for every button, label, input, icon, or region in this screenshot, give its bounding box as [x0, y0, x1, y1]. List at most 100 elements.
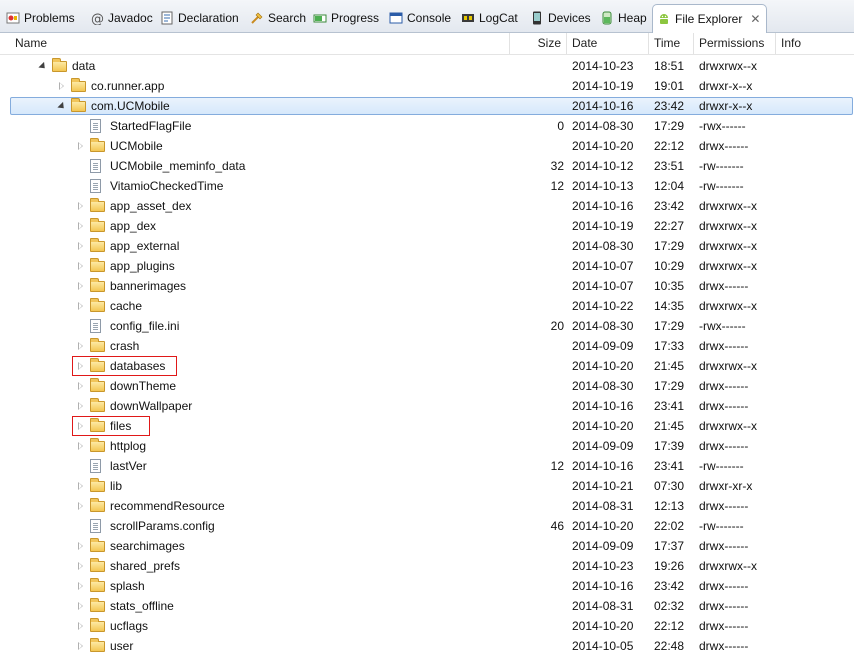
expand-arrow-icon[interactable]: [76, 136, 86, 156]
expand-arrow-icon[interactable]: [76, 336, 86, 356]
tab-problems[interactable]: Problems: [6, 7, 75, 29]
cell-date: 2014-08-30: [572, 119, 634, 133]
collapse-arrow-icon[interactable]: [57, 96, 67, 116]
progress-icon: [313, 11, 327, 25]
expand-arrow-icon[interactable]: [76, 536, 86, 556]
expand-arrow-icon[interactable]: [76, 436, 86, 456]
expand-arrow-icon[interactable]: [76, 556, 86, 576]
table-row[interactable]: databases 2014-10-20 21:45 drwxrwx--x: [0, 356, 854, 376]
expand-arrow-icon[interactable]: [76, 296, 86, 316]
tab-javadoc[interactable]: @ Javadoc: [90, 7, 153, 29]
cell-permissions: drwxr-x--x: [699, 79, 753, 93]
table-row[interactable]: scrollParams.config 46 2014-10-20 22:02 -rw-…: [0, 516, 854, 536]
expand-arrow-icon[interactable]: [76, 216, 86, 236]
cell-date: 2014-10-19: [572, 219, 634, 233]
table-row[interactable]: StartedFlagFile 0 2014-08-30 17:29 -rwx-----…: [0, 116, 854, 136]
table-row[interactable]: config_file.ini 20 2014-08-30 17:29 -rwx----…: [0, 316, 854, 336]
cell-date: 2014-10-20: [572, 359, 634, 373]
expand-arrow-icon[interactable]: [76, 236, 86, 256]
cell-permissions: drwx------: [699, 579, 749, 593]
cell-permissions: -rwx------: [699, 319, 746, 333]
column-size[interactable]: Size: [510, 33, 567, 54]
column-date[interactable]: Date: [567, 33, 649, 54]
column-name[interactable]: Name: [10, 33, 510, 54]
tab-label: Declaration: [178, 11, 239, 25]
expand-arrow-icon[interactable]: [76, 276, 86, 296]
table-row[interactable]: downTheme 2014-08-30 17:29 drwx------: [0, 376, 854, 396]
expand-arrow-icon[interactable]: [76, 256, 86, 276]
tab-console[interactable]: Console: [389, 7, 451, 29]
cell-time: 23:41: [654, 399, 685, 413]
table-row[interactable]: ucflags 2014-10-20 22:12 drwx------: [0, 616, 854, 636]
expand-arrow-icon[interactable]: [76, 596, 86, 616]
cell-permissions: -rwx------: [699, 119, 746, 133]
table-row[interactable]: splash 2014-10-16 23:42 drwx------: [0, 576, 854, 596]
tab-file-explorer[interactable]: File Explorer ✕: [652, 4, 768, 33]
expand-arrow-icon[interactable]: [76, 376, 86, 396]
table-row[interactable]: app_asset_dex 2014-10-16 23:42 drwxrwx--x: [0, 196, 854, 216]
svg-text:@: @: [91, 12, 104, 25]
file-name: downTheme: [110, 379, 177, 393]
table-row[interactable]: httplog 2014-09-09 17:39 drwx------: [0, 436, 854, 456]
cell-size: 0: [557, 119, 564, 133]
file-tree: data 2014-10-23 18:51 drwxrwx--x co.runner.a…: [0, 56, 854, 656]
heap-icon: [600, 11, 614, 25]
cell-permissions: drwx------: [699, 339, 749, 353]
file-icon: [90, 459, 101, 473]
file-name: cache: [110, 299, 143, 313]
expand-arrow-icon[interactable]: [76, 616, 86, 636]
table-row[interactable]: searchimages 2014-09-09 17:37 drwx------: [0, 536, 854, 556]
tab-declaration[interactable]: Declaration: [160, 7, 239, 29]
expand-arrow-icon[interactable]: [76, 476, 86, 496]
file-name: co.runner.app: [91, 79, 165, 93]
table-row[interactable]: com.UCMobile 2014-10-16 23:42 drwxr-x--x: [0, 96, 854, 116]
tab-progress[interactable]: Progress: [313, 7, 379, 29]
table-row[interactable]: cache 2014-10-22 14:35 drwxrwx--x: [0, 296, 854, 316]
file-name: app_external: [110, 239, 180, 253]
column-info[interactable]: Info: [776, 33, 854, 54]
table-row[interactable]: data 2014-10-23 18:51 drwxrwx--x: [0, 56, 854, 76]
table-row[interactable]: app_external 2014-08-30 17:29 drwxrwx--x: [0, 236, 854, 256]
close-icon[interactable]: ✕: [750, 12, 760, 26]
cell-time: 19:01: [654, 79, 685, 93]
table-row[interactable]: lastVer 12 2014-10-16 23:41 -rw-------: [0, 456, 854, 476]
column-permissions[interactable]: Permissions: [694, 33, 776, 54]
cell-permissions: drwx------: [699, 499, 749, 513]
table-row[interactable]: user 2014-10-05 22:48 drwx------: [0, 636, 854, 656]
table-row[interactable]: crash 2014-09-09 17:33 drwx------: [0, 336, 854, 356]
folder-icon: [90, 198, 105, 212]
cell-date: 2014-10-13: [572, 179, 634, 193]
table-row[interactable]: stats_offline 2014-08-31 02:32 drwx------: [0, 596, 854, 616]
tab-label: File Explorer: [675, 12, 743, 26]
expand-arrow-icon[interactable]: [76, 396, 86, 416]
table-row[interactable]: shared_prefs 2014-10-23 19:26 drwxrwx--x: [0, 556, 854, 576]
table-row[interactable]: lib 2014-10-21 07:30 drwxr-xr-x: [0, 476, 854, 496]
tab-devices[interactable]: Devices: [530, 7, 591, 29]
table-row[interactable]: files 2014-10-20 21:45 drwxrwx--x: [0, 416, 854, 436]
table-row[interactable]: co.runner.app 2014-10-19 19:01 drwxr-x--x: [0, 76, 854, 96]
table-row[interactable]: UCMobile 2014-10-20 22:12 drwx------: [0, 136, 854, 156]
table-row[interactable]: recommendResource 2014-08-31 12:13 drwx----…: [0, 496, 854, 516]
tab-logcat[interactable]: LogCat: [461, 7, 518, 29]
tab-search[interactable]: Search: [250, 7, 306, 29]
file-name: crash: [110, 339, 140, 353]
cell-date: 2014-10-20: [572, 519, 634, 533]
collapse-arrow-icon[interactable]: [38, 56, 48, 76]
cell-permissions: drwx------: [699, 399, 749, 413]
column-time[interactable]: Time: [649, 33, 694, 54]
table-row[interactable]: bannerimages 2014-10-07 10:35 drwx------: [0, 276, 854, 296]
table-row[interactable]: downWallpaper 2014-10-16 23:41 drwx------: [0, 396, 854, 416]
expand-arrow-icon[interactable]: [76, 636, 86, 656]
expand-arrow-icon[interactable]: [76, 496, 86, 516]
table-row[interactable]: UCMobile_meminfo_data 32 2014-10-12 23:51 -r…: [0, 156, 854, 176]
expand-arrow-icon[interactable]: [76, 196, 86, 216]
tab-heap[interactable]: Heap: [600, 7, 647, 29]
folder-icon: [90, 378, 105, 392]
cell-date: 2014-08-31: [572, 599, 634, 613]
table-row[interactable]: app_dex 2014-10-19 22:27 drwxrwx--x: [0, 216, 854, 236]
table-row[interactable]: app_plugins 2014-10-07 10:29 drwxrwx--x: [0, 256, 854, 276]
table-row[interactable]: VitamioCheckedTime 12 2014-10-13 12:04 -rw--…: [0, 176, 854, 196]
cell-time: 18:51: [654, 59, 685, 73]
expand-arrow-icon[interactable]: [76, 576, 86, 596]
expand-arrow-icon[interactable]: [57, 76, 67, 96]
